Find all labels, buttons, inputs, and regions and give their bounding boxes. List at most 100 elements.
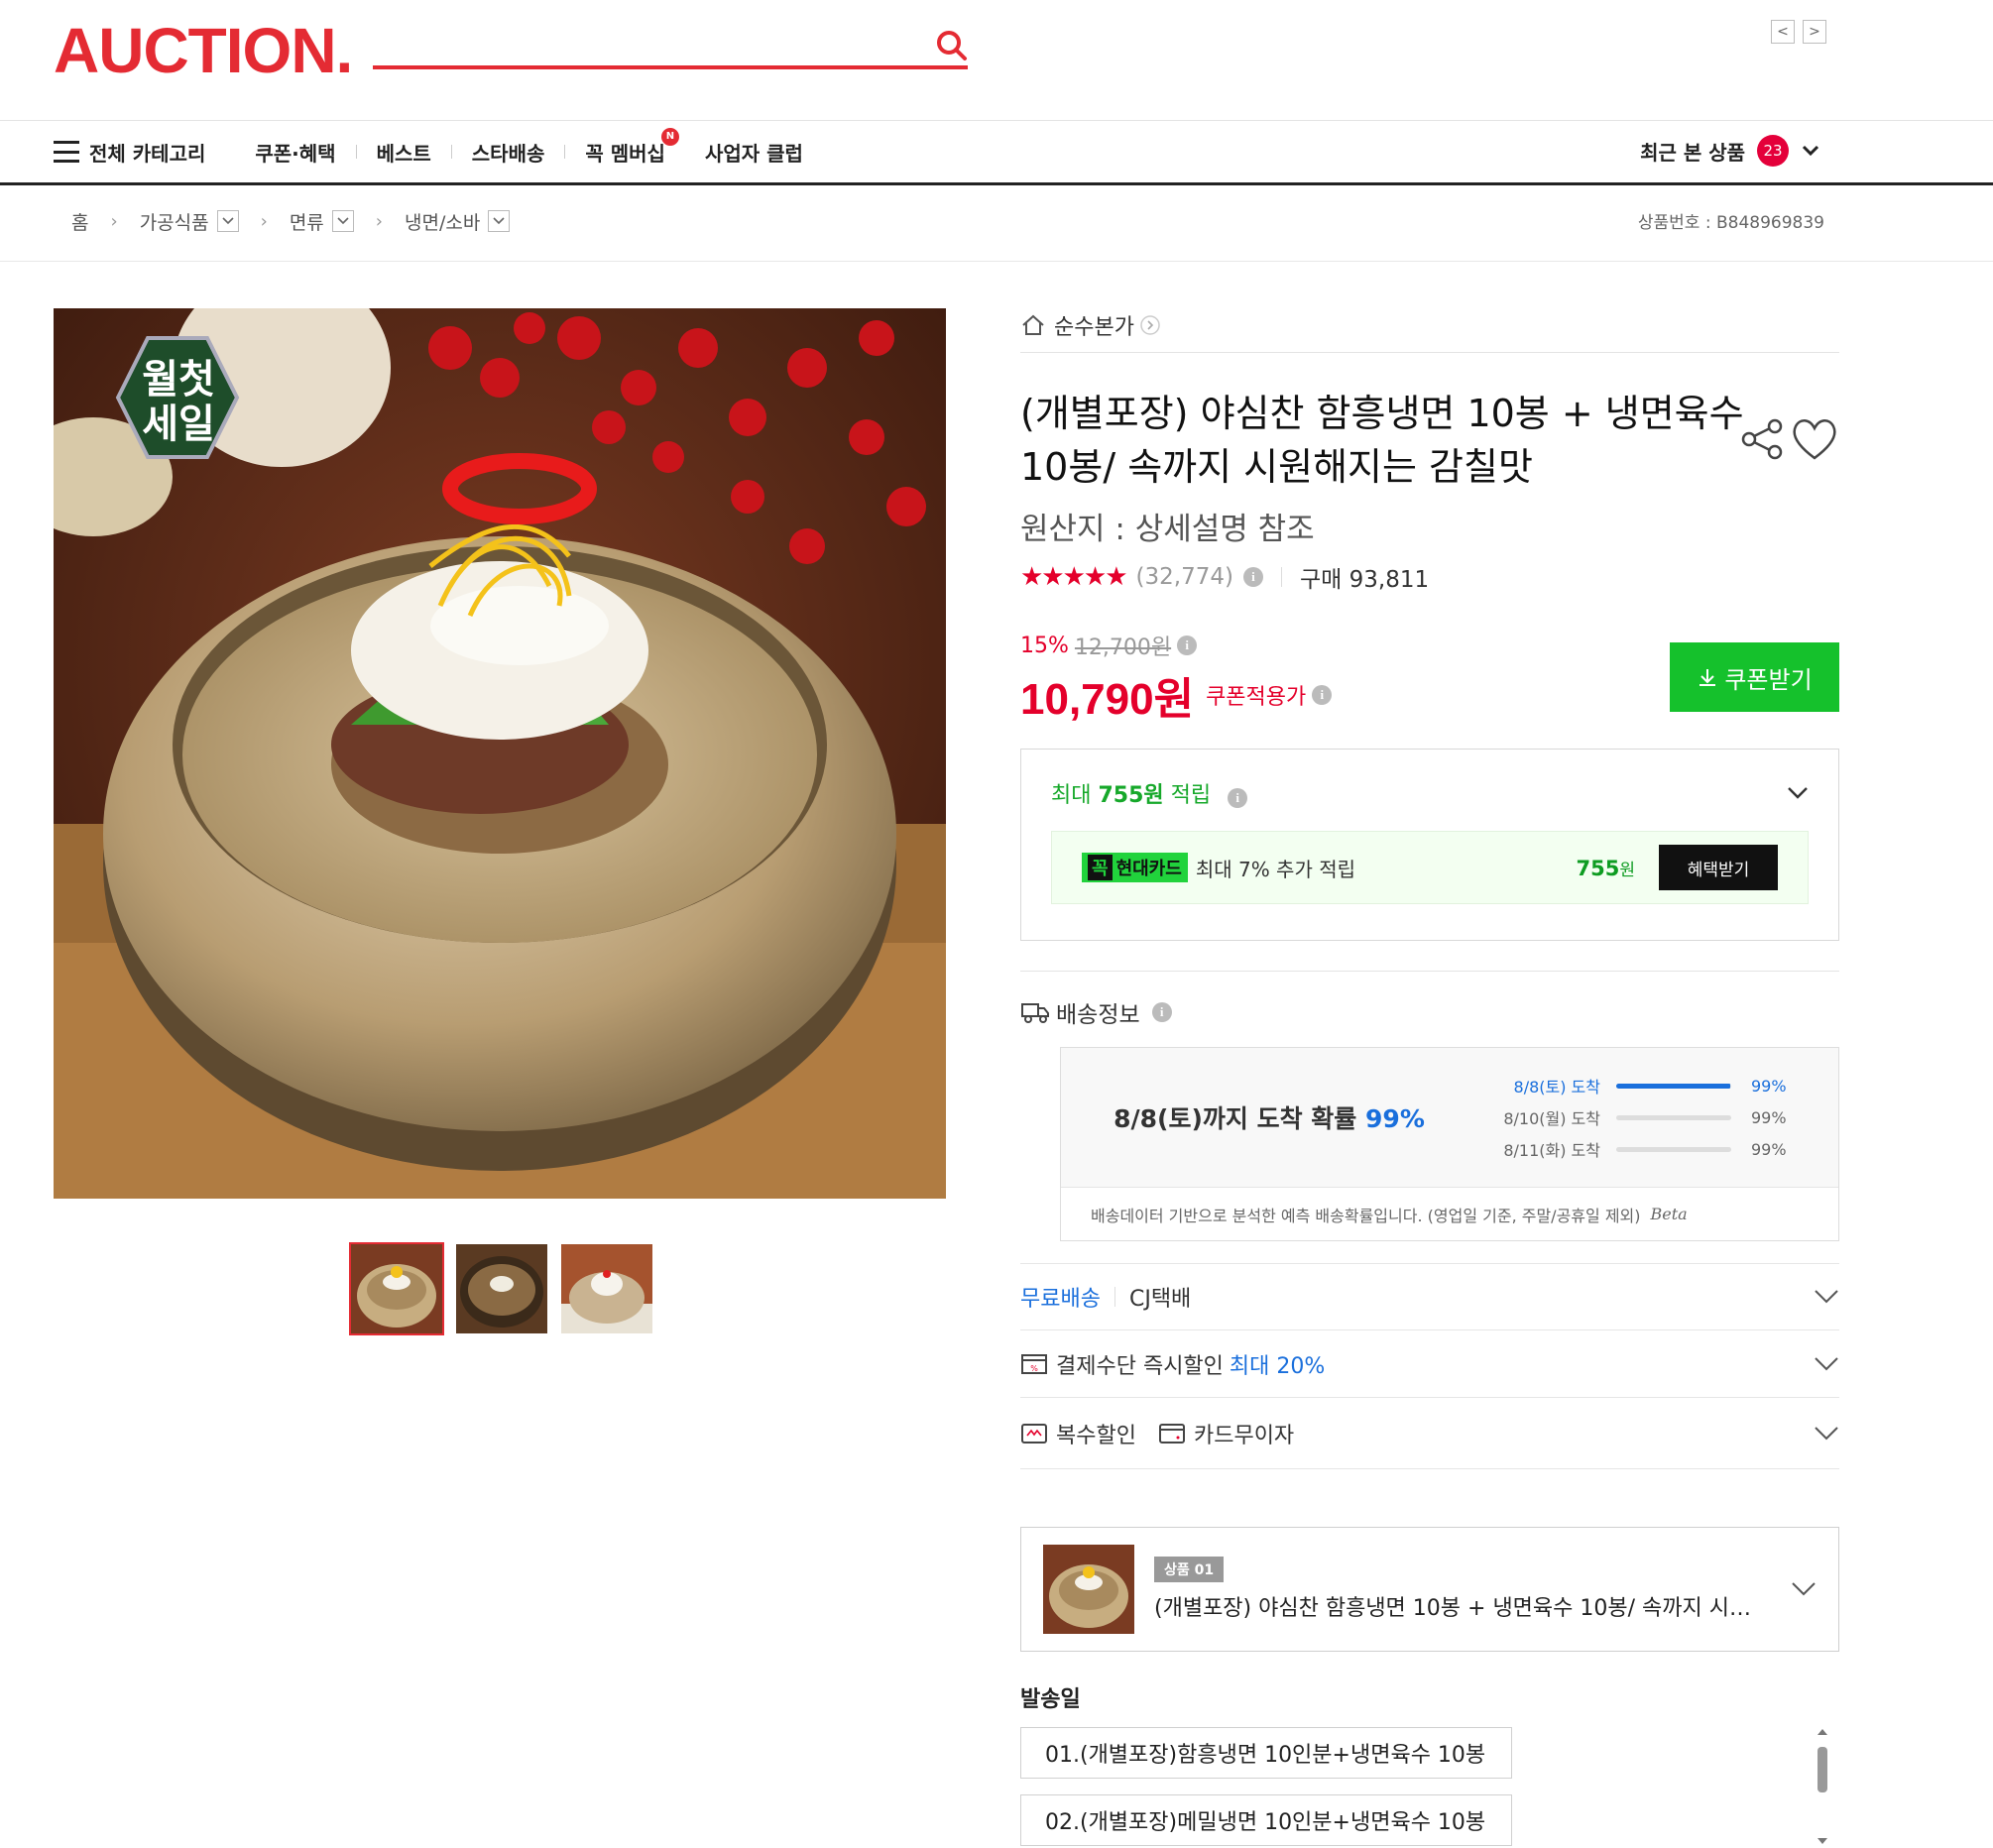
chevron-down-icon[interactable] (331, 210, 354, 232)
seller-link[interactable]: 순수본가 (1020, 303, 1839, 353)
chevron-down-icon[interactable] (216, 210, 239, 232)
product-main-image[interactable]: 월첫 세일 (54, 308, 946, 1199)
payment-discount-row[interactable]: % 결제수단 즉시할인 최대 20% (1020, 1330, 1839, 1398)
scrollbar[interactable] (1816, 1727, 1829, 1846)
search-input[interactable] (373, 65, 968, 69)
get-benefit-button[interactable]: 혜택받기 (1659, 845, 1778, 890)
reward-amount: 755원 (1098, 783, 1164, 808)
next-arrow-button[interactable]: > (1803, 20, 1826, 44)
shipping-info-header: 배송정보 i (1020, 995, 1839, 1029)
chevron-down-icon (1802, 145, 1819, 157)
card-benefit-text: 최대 7% 추가 적립 (1195, 857, 1356, 881)
info-icon[interactable]: i (1228, 788, 1248, 808)
delivery-probability-box: 8/8(토)까지 도착 확률 99% 8/8(토) 도착 99% 8/10(월)… (1060, 1047, 1839, 1241)
multi-discount-row[interactable]: 복수할인 카드무이자 (1020, 1398, 1839, 1469)
chevron-down-icon (1788, 787, 1808, 799)
info-icon[interactable]: i (1177, 635, 1198, 655)
reward-box: 최대 755원 적립 i 꼭 현대카드 최대 7% 추가 적립 755원 혜택받기 (1020, 749, 1839, 941)
nav-star-delivery[interactable]: 스타배송 (452, 138, 565, 167)
delivery-probability-list: 8/8(토) 도착 99% 8/10(월) 도착 99% 8/11(화) 도착 … (1477, 1070, 1838, 1165)
info-icon[interactable]: i (1242, 567, 1263, 587)
recent-products-button[interactable]: 최근 본 상품 23 (1640, 135, 1820, 167)
side-actions (1739, 395, 1839, 466)
chevron-right-icon (1140, 314, 1160, 335)
purchase-count: 구매 93,811 (1299, 567, 1430, 593)
chevron-down-icon (1815, 1426, 1838, 1440)
nav-membership[interactable]: 꼭 멤버십 N (565, 127, 685, 167)
payment-discount-max: 최대 20% (1229, 1353, 1326, 1379)
svg-text:월첫: 월첫 (142, 357, 215, 403)
nav-coupon-benefit[interactable]: 쿠폰·혜택 (235, 138, 355, 167)
download-icon (1700, 669, 1716, 686)
product-title: (개별포장) 야심찬 함흥냉면 10봉 + 냉면육수 10봉/ 속까지 시원해지… (1020, 392, 1744, 489)
breadcrumb-separator: › (375, 210, 383, 232)
review-count[interactable]: (32,774) (1136, 564, 1233, 590)
delivery-probability-row: 8/8(토) 도착 99% (1513, 1076, 1787, 1097)
nav-membership-label: 꼭 멤버십 (585, 141, 665, 166)
thumbnail-1[interactable] (349, 1242, 444, 1335)
truck-icon (1021, 1003, 1049, 1023)
product-select-dropdown[interactable]: 상품 01 (개별포장) 야심찬 함흥냉면 10봉 + 냉면육수 10봉/ 속까… (1020, 1527, 1839, 1652)
thumbnail-list (349, 1242, 666, 1335)
global-nav-menu: 전체 카테고리 쿠폰·혜택 베스트 스타배송 꼭 멤버십 N 사업자 클럽 (54, 127, 823, 174)
beta-label: Beta (1650, 1205, 1688, 1223)
free-shipping-label: 무료배송 (1020, 1287, 1101, 1312)
probability-bar (1616, 1083, 1731, 1089)
shipping-fee-row[interactable]: 무료배송 CJ택배 (1020, 1263, 1839, 1330)
product-origin: 원산지 : 상세설명 참조 (1020, 512, 1315, 547)
heart-icon[interactable] (1790, 416, 1839, 462)
rating-row: ★★★★★ (32,774) i 구매 93,811 (1020, 560, 1839, 594)
delivery-probability-summary: 8/8(토)까지 도착 확률 99% (1114, 1104, 1425, 1133)
option-item[interactable]: 01.(개별포장)함흥냉면 10인분+냉면육수 10봉 (1020, 1727, 1512, 1779)
product-info-panel: 순수본가 (개별포장) 야심찬 함흥냉면 10봉 + 냉면육수 10봉/ 속까지… (1020, 303, 1839, 1848)
chevron-down-icon (1792, 1582, 1816, 1596)
multi-discount-icon (1021, 1423, 1047, 1444)
product-number: 상품번호 : B848969839 (1637, 213, 1824, 233)
info-icon[interactable]: i (1312, 685, 1333, 705)
breadcrumb-level-1[interactable]: 가공식품 (140, 208, 239, 235)
svg-text:세일: 세일 (142, 402, 215, 447)
breadcrumb-separator: › (260, 210, 268, 232)
auction-logo[interactable]: AUCTION. (54, 18, 353, 83)
breadcrumb-level-2[interactable]: 면류 (290, 208, 354, 235)
probability-bar (1616, 1114, 1731, 1120)
thumbnail-2[interactable] (456, 1244, 547, 1333)
delivery-note: 배송데이터 기반으로 분석한 예측 배송확률입니다. (영업일 기준, 주말/공… (1061, 1187, 1838, 1240)
recent-products-label: 최근 본 상품 (1640, 140, 1745, 165)
chevron-down-icon[interactable] (488, 210, 511, 232)
search-icon[interactable] (932, 26, 972, 65)
breadcrumb-separator: › (110, 210, 118, 232)
delivery-probability-pct: 99% (1365, 1104, 1425, 1133)
share-icon[interactable] (1739, 416, 1785, 462)
section-divider (1020, 971, 1839, 972)
prev-arrow-button[interactable]: < (1771, 20, 1795, 44)
nav-best[interactable]: 베스트 (357, 138, 451, 167)
breadcrumb-level-3[interactable]: 냉면/소바 (404, 208, 511, 235)
nav-business-club[interactable]: 사업자 클럽 (685, 138, 823, 167)
coupon-download-button[interactable]: 쿠폰받기 (1670, 642, 1839, 712)
all-categories-label: 전체 카테고리 (89, 141, 206, 166)
selected-product-name: (개별포장) 야심찬 함흥냉면 10봉 + 냉면육수 10봉/ 속까지 시원해지… (1154, 1596, 1769, 1621)
breadcrumb: 홈 › 가공식품 › 면류 › 냉면/소바 (71, 206, 511, 236)
sale-price: 10,790원 (1020, 675, 1195, 724)
breadcrumb-level-1-label: 가공식품 (139, 211, 209, 234)
option-list: 01.(개별포장)함흥냉면 10인분+냉면육수 10봉 02.(개별포장)메밀냉… (1020, 1727, 1839, 1846)
breadcrumb-home[interactable]: 홈 (71, 208, 88, 235)
recent-count-badge: 23 (1757, 135, 1789, 167)
card-benefit-row: 꼭 현대카드 최대 7% 추가 적립 755원 혜택받기 (1051, 831, 1809, 904)
menu-icon (54, 141, 79, 163)
info-icon[interactable]: i (1151, 1002, 1172, 1022)
selected-product-thumbnail (1043, 1545, 1134, 1634)
original-price: 12,700원 (1074, 635, 1172, 660)
option-item[interactable]: 02.(개별포장)메밀냉면 10인분+냉면육수 10봉 (1020, 1794, 1512, 1846)
delivery-probability-row: 8/10(월) 도착 99% (1503, 1107, 1787, 1129)
all-categories-button[interactable]: 전체 카테고리 (54, 138, 235, 167)
thumbnail-3[interactable] (561, 1244, 652, 1333)
reward-header[interactable]: 최대 755원 적립 i (1051, 777, 1809, 809)
card-installment-icon (1158, 1423, 1185, 1444)
probability-bar (1616, 1146, 1731, 1152)
breadcrumb-level-3-label: 냉면/소바 (404, 211, 481, 234)
chevron-down-icon (1815, 1356, 1838, 1370)
home-icon (1022, 314, 1044, 335)
star-rating: ★★★★★ (1020, 562, 1128, 592)
